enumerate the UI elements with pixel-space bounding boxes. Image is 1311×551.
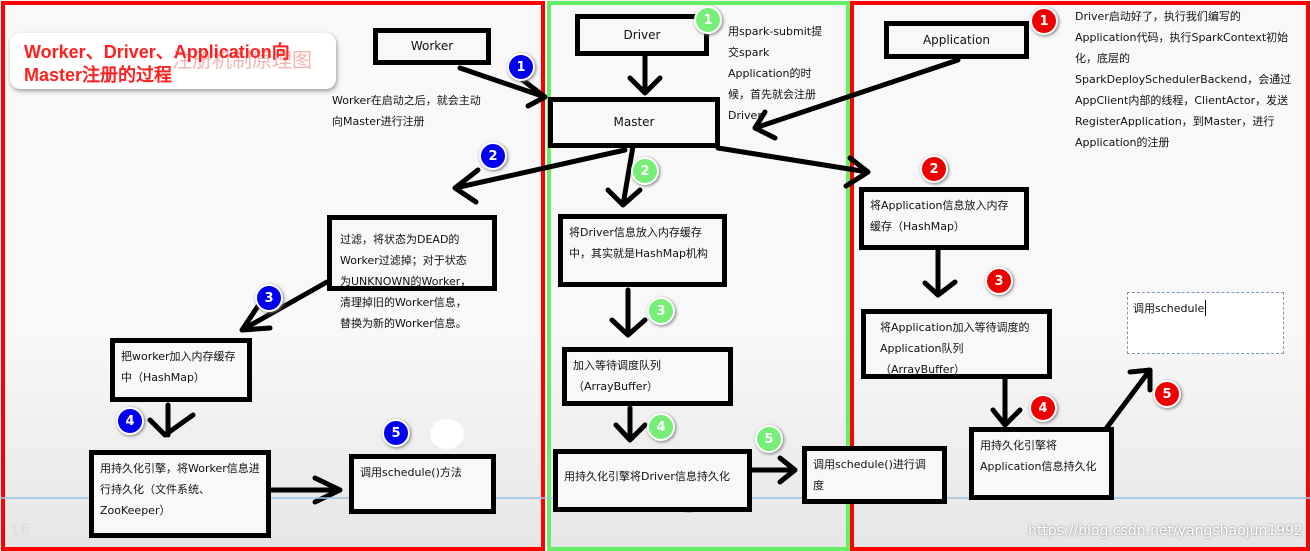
worker-badge-4: 4 (116, 407, 144, 435)
worker-step5-box: 调用schedule()方法 (349, 454, 496, 514)
application-badge-4: 4 (1029, 394, 1057, 422)
worker-box: Worker (373, 28, 491, 65)
driver-desc: 用spark-submit提交spark Application的时候，首先就会… (728, 25, 823, 122)
driver-badge-5: 5 (755, 425, 783, 453)
arrow-master-to-application (715, 145, 871, 189)
master-box: Master (548, 97, 720, 148)
worker-badge-1: 1 (507, 53, 535, 81)
arrow-filter-to-hashmap (239, 279, 330, 333)
slide-number: 16 (10, 520, 31, 539)
driver-badge-4: 4 (647, 413, 675, 441)
arrow-app-step4-to-step5 (1102, 367, 1153, 433)
driver-step4-box: 用持久化引擎将Driver信息持久化 (553, 449, 752, 512)
driver-step3-box: 加入等待调度队列（ArrayBuffer） (562, 347, 733, 406)
application-badge-2: 2 (920, 155, 948, 183)
arrow-driver-step2-to-step3 (609, 287, 648, 338)
source-watermark: https://blog.csdn.net/yangshaojun1992 (1028, 523, 1303, 539)
arrow-hashmap-to-persist (147, 402, 196, 438)
application-step2-box: 将Application信息放入内存缓存（HashMap） (859, 187, 1029, 250)
worker-badge-5: 5 (382, 419, 410, 447)
application-badge-5: 5 (1153, 380, 1181, 408)
arrow-driver-to-master (627, 52, 663, 96)
arrow-app-step3-to-step4 (990, 375, 1023, 428)
application-desc: Driver启动好了，执行我们编写的Application代码，执行SparkC… (1075, 10, 1292, 149)
application-badge-1: 1 (1030, 7, 1058, 35)
page-title: Worker、Driver、Application向Master注册的过程 (24, 42, 290, 85)
driver-step2-box: 将Driver信息放入内存缓存中，其实就是HashMap机构 (558, 214, 727, 287)
white-blob (430, 419, 464, 449)
driver-badge-2: 2 (631, 157, 659, 185)
application-box: Application (884, 21, 1029, 59)
driver-badge-1: 1 (694, 6, 722, 34)
worker-step2-text: 过滤，将状态为DEAD的Worker过滤掉；对于状态为UNKNOWN的Worke… (340, 233, 472, 330)
driver-box: Driver (575, 14, 709, 56)
worker-step4-box: 用持久化引擎，将Worker信息进行持久化（文件系统、ZooKeeper） (89, 450, 271, 538)
worker-badge-3: 3 (255, 284, 283, 312)
worker-badge-2: 2 (479, 142, 507, 170)
arrow-app-step2-to-step3 (922, 247, 958, 298)
driver-step5-box: 调用schedule()进行调度 (802, 446, 947, 504)
application-badge-3: 3 (985, 267, 1013, 295)
application-step5-textbox[interactable]: 调用schedule (1127, 292, 1284, 354)
application-step4-box: 用持久化引擎将Application信息持久化 (969, 427, 1114, 500)
application-step5-text: 调用schedule (1133, 300, 1207, 316)
arrow-driver-step3-to-step4 (613, 405, 648, 443)
application-step3-box: 将Application加入等待调度的Application队列（ArrayBu… (861, 309, 1052, 379)
driver-badge-3: 3 (647, 297, 675, 325)
arrow-driver-step4-to-step5 (747, 455, 798, 485)
worker-desc: Worker在启动之后，就会主动向Master进行注册 (332, 94, 481, 128)
worker-step3-box: 把worker加入内存缓存中（HashMap） (110, 338, 252, 402)
